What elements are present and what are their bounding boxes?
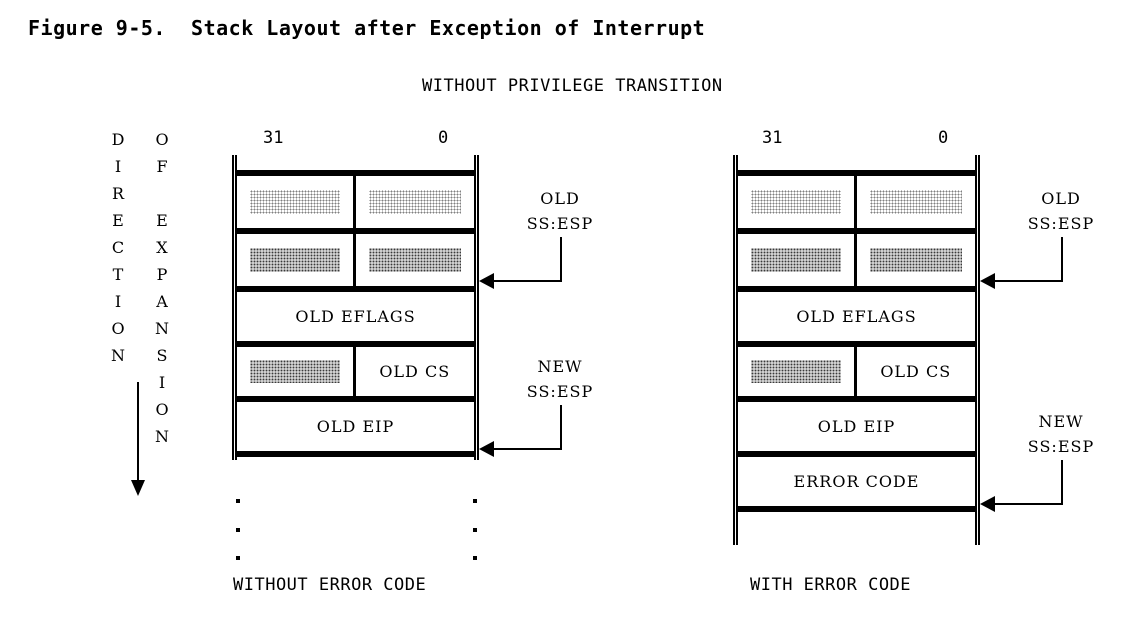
pointer-arrow-head-icon xyxy=(980,496,995,512)
stack-row-open xyxy=(738,509,975,545)
arrow-head xyxy=(131,480,145,496)
legend-direction-text: D I R E C T I O N xyxy=(111,130,125,365)
hatch-fill-icon xyxy=(869,190,962,214)
figure-title: Figure 9-5. Stack Layout after Exception… xyxy=(28,16,706,40)
pointer-arrow-head-icon xyxy=(479,273,494,289)
stack-row-cap xyxy=(738,155,975,173)
pointer-line xyxy=(494,448,562,450)
continuation-dot xyxy=(236,499,240,503)
stack-cell-high xyxy=(237,347,356,396)
table-row: OLD EIP xyxy=(237,399,474,454)
continuation-dot xyxy=(473,528,477,532)
hatch-fill-icon xyxy=(249,190,340,214)
stack-row-cap xyxy=(237,155,474,173)
hatch-fill-icon xyxy=(368,190,461,214)
continuation-dot xyxy=(236,556,240,560)
hatch-fill-icon xyxy=(750,360,841,383)
table-row xyxy=(237,231,474,289)
pointer-stem xyxy=(1061,460,1063,504)
table-row: OLD CS xyxy=(237,344,474,399)
continuation-dot xyxy=(236,528,240,532)
hatch-fill-icon xyxy=(869,248,962,272)
pointer-stem xyxy=(560,237,562,282)
pointer-label: NEW SS:ESP xyxy=(1027,412,1095,456)
down-arrow-icon xyxy=(131,382,146,502)
bit-label-high-left: 31 xyxy=(263,128,284,148)
stack-rail-right xyxy=(474,155,479,460)
stack-diagram-without-error-code: OLD EFLAGS OLD CS OLD EIP xyxy=(232,155,479,460)
bit-label-low-right: 0 xyxy=(938,128,949,148)
stack-cell xyxy=(237,155,474,170)
table-row: OLD CS xyxy=(738,344,975,399)
arrow-shaft xyxy=(137,382,139,482)
pointer-stem xyxy=(560,405,562,449)
stack-cell xyxy=(237,457,474,490)
stack-cell-error-code: ERROR CODE xyxy=(793,472,920,491)
continuation-dot xyxy=(473,556,477,560)
pointer-label: NEW SS:ESP xyxy=(526,357,594,401)
stack-cell-old-cs: OLD CS xyxy=(379,362,451,381)
bit-label-high-right: 31 xyxy=(762,128,783,148)
stack-cell-low xyxy=(356,234,475,286)
stack-diagram-with-error-code: OLD EFLAGS OLD CS OLD EIP ERROR CODE xyxy=(733,155,980,545)
stack-caption-with-error-code: WITH ERROR CODE xyxy=(750,575,912,595)
pointer-line xyxy=(494,280,562,282)
stack-cell-old-eflags: OLD EFLAGS xyxy=(796,307,917,326)
stack-cell-old-eip: OLD EIP xyxy=(817,417,896,436)
stack-cell-low xyxy=(356,176,475,228)
stack-cell-high xyxy=(738,347,857,396)
stack-rows: OLD EFLAGS OLD CS OLD EIP ERROR CODE xyxy=(738,155,975,545)
continuation-dot xyxy=(473,499,477,503)
bit-label-low-left: 0 xyxy=(438,128,449,148)
table-row: ERROR CODE xyxy=(738,454,975,509)
stack-cell xyxy=(738,512,975,545)
stack-cell-high xyxy=(237,234,356,286)
table-row: OLD EIP xyxy=(738,399,975,454)
stack-caption-without-error-code: WITHOUT ERROR CODE xyxy=(233,575,427,595)
legend-expansion-text: O F E X P A N S I O N xyxy=(155,130,169,446)
hatch-fill-icon xyxy=(750,190,841,214)
pointer-line xyxy=(995,280,1063,282)
stack-cell-low xyxy=(857,234,976,286)
table-row xyxy=(738,173,975,231)
pointer-arrow-head-icon xyxy=(479,441,494,457)
pointer-line xyxy=(995,503,1063,505)
pointer-label: OLD SS:ESP xyxy=(1027,189,1095,233)
stack-cell-old-cs: OLD CS xyxy=(880,362,952,381)
table-row xyxy=(237,173,474,231)
pointer-stem xyxy=(1061,237,1063,282)
hatch-fill-icon xyxy=(368,248,461,272)
hatch-fill-icon xyxy=(750,248,841,272)
table-row: OLD EFLAGS xyxy=(237,289,474,344)
stack-cell-high xyxy=(237,176,356,228)
hatch-fill-icon xyxy=(249,248,340,272)
table-row xyxy=(738,231,975,289)
stack-rail-right xyxy=(975,155,980,545)
privilege-transition-heading: WITHOUT PRIVILEGE TRANSITION xyxy=(422,76,723,96)
stack-cell-high xyxy=(738,176,857,228)
table-row: OLD EFLAGS xyxy=(738,289,975,344)
stack-rows: OLD EFLAGS OLD CS OLD EIP xyxy=(237,155,474,460)
stack-cell xyxy=(738,155,975,170)
stack-cell-low xyxy=(857,176,976,228)
stack-cell-old-eflags: OLD EFLAGS xyxy=(295,307,416,326)
pointer-arrow-head-icon xyxy=(980,273,995,289)
hatch-fill-icon xyxy=(249,360,340,383)
stack-cell-old-eip: OLD EIP xyxy=(316,417,395,436)
stack-cell-high xyxy=(738,234,857,286)
stack-row-open xyxy=(237,454,474,490)
pointer-label: OLD SS:ESP xyxy=(526,189,594,233)
